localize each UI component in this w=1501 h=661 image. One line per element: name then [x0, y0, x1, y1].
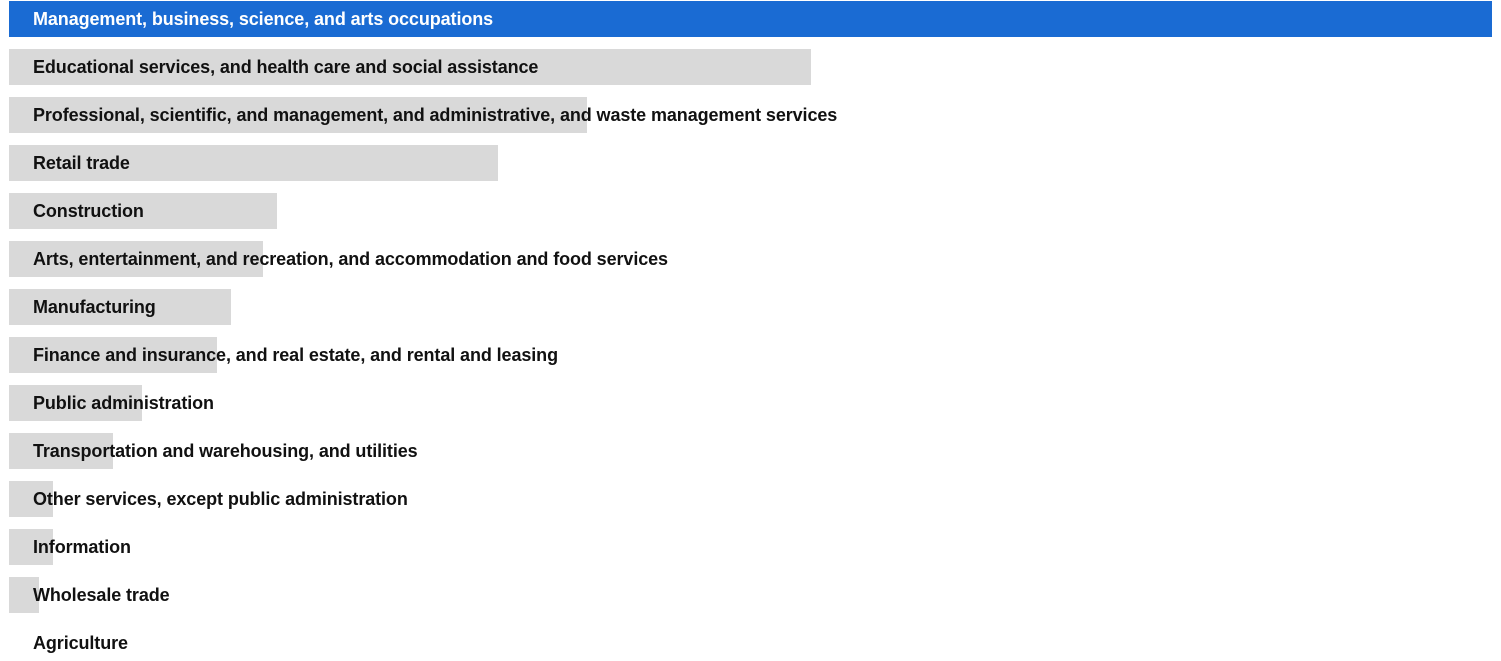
- category-label: Educational services, and health care an…: [33, 57, 539, 77]
- bar-row[interactable]: Wholesale trade: [9, 577, 1492, 613]
- category-label: Wholesale trade: [33, 585, 170, 605]
- bar-row[interactable]: Finance and insurance, and real estate, …: [9, 337, 1492, 373]
- bar-row[interactable]: Arts, entertainment, and recreation, and…: [9, 241, 1492, 277]
- bar-row[interactable]: Public administration: [9, 385, 1492, 421]
- bar-row[interactable]: Educational services, and health care an…: [9, 49, 1492, 85]
- category-label: Finance and insurance, and real estate, …: [33, 345, 558, 365]
- bar-row[interactable]: Information: [9, 529, 1492, 565]
- category-label: Transportation and warehousing, and util…: [33, 441, 418, 461]
- category-label: Information: [33, 537, 131, 557]
- category-label: Management, business, science, and arts …: [33, 9, 494, 29]
- category-label: Professional, scientific, and management…: [33, 105, 838, 125]
- bar-row[interactable]: Retail trade: [9, 145, 1492, 181]
- bar-row[interactable]: Manufacturing: [9, 289, 1492, 325]
- category-label: Manufacturing: [33, 297, 156, 317]
- category-label: Construction: [33, 201, 144, 221]
- category-label: Agriculture: [33, 633, 128, 653]
- bar-row[interactable]: Construction: [9, 193, 1492, 229]
- category-label: Other services, except public administra…: [33, 489, 408, 509]
- category-label: Public administration: [33, 393, 214, 413]
- bar-row[interactable]: Professional, scientific, and management…: [9, 97, 1492, 133]
- bar-row[interactable]: Agriculture: [9, 625, 1492, 661]
- bar-row[interactable]: Management, business, science, and arts …: [9, 1, 1492, 37]
- category-label: Arts, entertainment, and recreation, and…: [33, 249, 668, 269]
- category-label: Retail trade: [33, 153, 130, 173]
- industry-bar-chart: Management, business, science, and arts …: [9, 1, 1492, 657]
- bar-row[interactable]: Other services, except public administra…: [9, 481, 1492, 517]
- bar-row[interactable]: Transportation and warehousing, and util…: [9, 433, 1492, 469]
